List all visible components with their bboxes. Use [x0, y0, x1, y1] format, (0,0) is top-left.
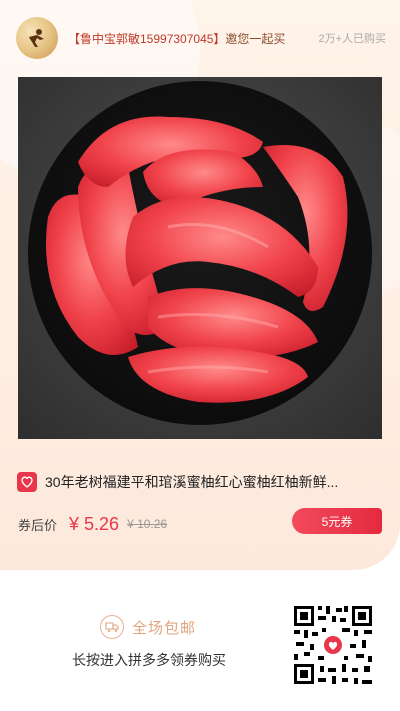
long-press-instruction: 长按进入拼多多领券购买	[72, 652, 226, 668]
product-title-row[interactable]: 30年老树福建平和琯溪蜜柚红心蜜柚红柚新鲜...	[17, 471, 383, 493]
original-price: ¥ 10.26	[127, 517, 168, 531]
inviter-text: 【鲁中宝郭敏15997307045】邀您一起买	[68, 30, 285, 47]
avatar-figure-icon	[29, 29, 44, 47]
pinduoduo-icon	[17, 472, 37, 492]
price-label: 券后价	[18, 517, 58, 533]
price-after-coupon: ¥ 5.26	[69, 513, 120, 534]
inviter-name: 【鲁中宝郭敏15997307045】	[68, 31, 226, 46]
product-title: 30年老树福建平和琯溪蜜柚红心蜜柚红柚新鲜...	[45, 474, 339, 490]
product-image[interactable]	[18, 77, 382, 439]
invite-text: 邀您一起买	[225, 31, 286, 46]
coupon-badge[interactable]: 5元券	[292, 508, 382, 534]
avatar	[16, 17, 58, 59]
free-shipping-label: 全场包邮	[132, 619, 197, 637]
share-header: 【鲁中宝郭敏15997307045】邀您一起买 2万+人已购买	[16, 16, 386, 60]
free-shipping-row: 全场包邮	[100, 612, 250, 642]
buyers-count: 2万+人已购买	[318, 33, 386, 45]
qr-code-icon[interactable]	[292, 604, 374, 686]
pomelo-photo-icon	[28, 81, 372, 425]
truck-icon	[100, 615, 124, 639]
